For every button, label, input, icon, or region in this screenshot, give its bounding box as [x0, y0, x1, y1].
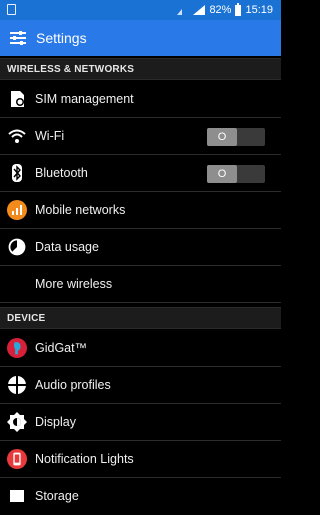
wifi-toggle[interactable]: O — [207, 128, 265, 146]
more-wireless-label: More wireless — [35, 277, 113, 291]
bluetooth-icon — [7, 163, 27, 183]
page-title: Settings — [36, 30, 87, 46]
audio-profiles-icon — [7, 375, 27, 395]
storage-icon — [7, 486, 27, 506]
storage-item[interactable]: Storage — [0, 478, 281, 515]
section-label: DEVICE — [7, 313, 46, 324]
gidgat-label: GidGat™ — [35, 341, 88, 355]
wifi-label: Wi-Fi — [35, 129, 65, 143]
notification-lights-label: Notification Lights — [35, 452, 134, 466]
status-right: 82% 15:19 — [177, 0, 273, 20]
more-wireless-item[interactable]: More wireless — [0, 266, 281, 303]
notification-lights-item[interactable]: Notification Lights — [0, 441, 281, 478]
audio-profiles-label: Audio profiles — [35, 378, 111, 392]
section-header-device: DEVICE — [0, 307, 281, 329]
status-bar: 82% 15:19 — [0, 0, 281, 20]
mobile-networks-icon — [7, 200, 27, 220]
cell-signal-icon — [193, 5, 206, 15]
bluetooth-item[interactable]: Bluetooth O — [0, 155, 281, 192]
sim-card-icon — [7, 89, 27, 109]
app-bar: Settings — [0, 20, 281, 56]
wifi-toggle-knob: O — [207, 128, 237, 146]
mobile-networks-item[interactable]: Mobile networks — [0, 192, 281, 229]
display-brightness-icon — [7, 412, 27, 432]
data-usage-item[interactable]: Data usage — [0, 229, 281, 266]
bluetooth-toggle-text: O — [217, 168, 227, 180]
display-label: Display — [35, 415, 76, 429]
section-label: WIRELESS & NETWORKS — [7, 64, 135, 75]
data-usage-label: Data usage — [35, 240, 99, 254]
bluetooth-toggle[interactable]: O — [207, 165, 265, 183]
gidgat-icon — [7, 338, 27, 358]
notification-icon — [7, 4, 16, 15]
sim-management-label: SIM management — [35, 92, 134, 106]
sim-management-item[interactable]: SIM management — [0, 81, 281, 118]
clock: 15:19 — [245, 4, 273, 16]
settings-menu-icon[interactable] — [10, 31, 26, 45]
mobile-networks-label: Mobile networks — [35, 203, 126, 217]
data-usage-icon — [7, 237, 27, 257]
wifi-item[interactable]: Wi-Fi O — [0, 118, 281, 155]
wifi-icon — [7, 126, 27, 146]
storage-label: Storage — [35, 489, 79, 503]
battery-icon — [235, 2, 242, 16]
bluetooth-label: Bluetooth — [35, 166, 88, 180]
wifi-signal-icon — [177, 9, 183, 15]
notification-lights-icon — [7, 449, 27, 469]
bluetooth-toggle-knob: O — [207, 165, 237, 183]
gidgat-item[interactable]: GidGat™ — [0, 330, 281, 367]
battery-percent: 82% — [209, 4, 232, 16]
wifi-toggle-text: O — [217, 131, 227, 143]
section-header-wireless: WIRELESS & NETWORKS — [0, 58, 281, 80]
display-item[interactable]: Display — [0, 404, 281, 441]
audio-profiles-item[interactable]: Audio profiles — [0, 367, 281, 404]
